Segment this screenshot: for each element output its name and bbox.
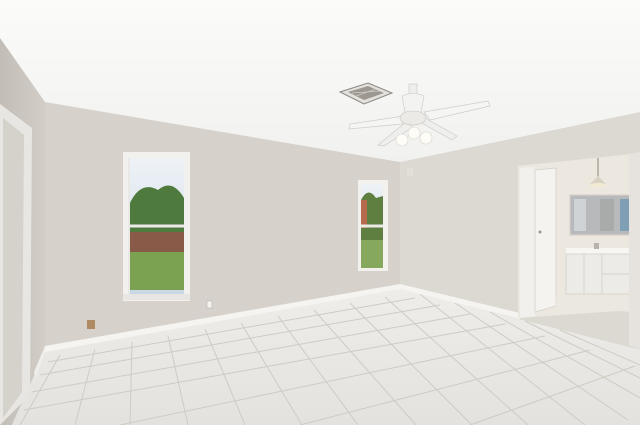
doorway-bathroom: [518, 154, 633, 318]
thermostat: [407, 168, 413, 176]
window-center: [358, 180, 388, 271]
closet-door: [3, 118, 24, 418]
outlet-back: [206, 300, 213, 309]
window-left: [123, 152, 190, 301]
outlet-left: [87, 320, 95, 329]
right-wall-edge: [629, 152, 640, 350]
room-photo: [0, 0, 640, 425]
